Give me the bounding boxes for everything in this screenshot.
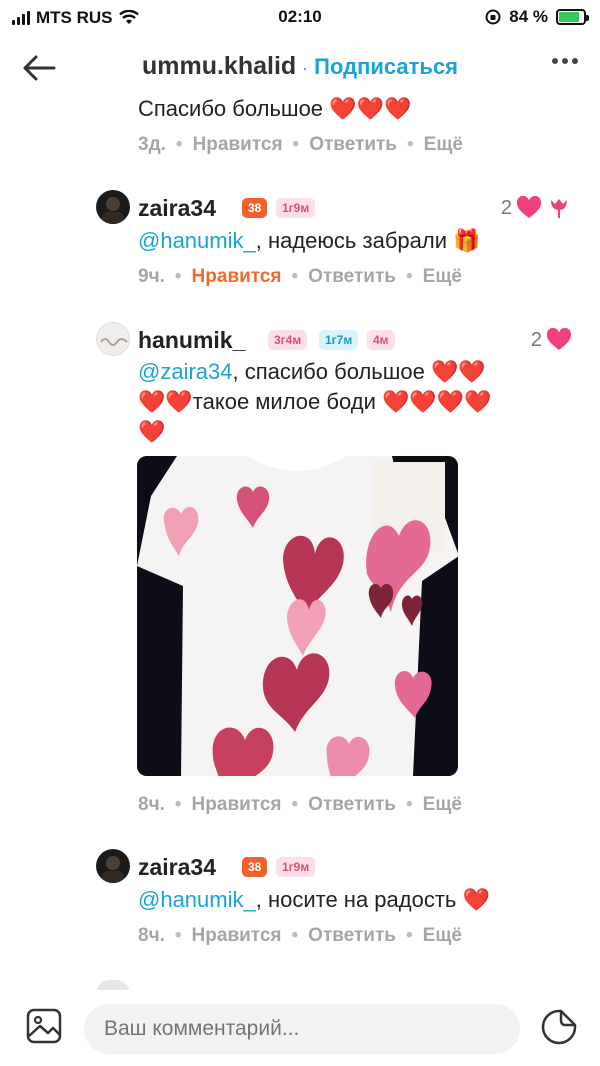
more-button[interactable]: Ещё [423, 925, 462, 947]
comment-input-bar [0, 990, 600, 1066]
age-badge: 3г4м [268, 330, 308, 350]
battery-percent: 84 % [509, 7, 548, 26]
age-badge: 1г7м [319, 330, 359, 350]
more-button[interactable]: Ещё [423, 794, 462, 816]
level-badge: 38 [242, 198, 268, 218]
avatar[interactable] [96, 849, 130, 883]
like-count: 2 [500, 196, 512, 219]
reply-button[interactable]: Ответить [308, 266, 396, 288]
comment-username[interactable]: zaira34 [138, 195, 216, 222]
header: ummu.khalid · Подписаться [0, 40, 600, 96]
more-button[interactable]: Ещё [423, 266, 462, 288]
heart-icon [546, 328, 572, 350]
comment-actions: 8ч. • Нравится • Ответить • Ещё [138, 925, 462, 947]
reply-button[interactable]: Ответить [308, 925, 396, 947]
mention-link[interactable]: @zaira34 [138, 359, 233, 384]
heart-icon [516, 196, 542, 218]
reply-button[interactable]: Ответить [309, 134, 397, 156]
status-bar: MTS RUS 02:10 84 % [0, 0, 600, 36]
comment-time: 8ч. [138, 925, 165, 946]
image-icon[interactable] [26, 1008, 62, 1044]
like-button[interactable]: Нравится [192, 266, 282, 288]
age-badge: 4м [367, 330, 395, 350]
comment-likes[interactable]: 2 [531, 328, 572, 352]
comment-actions: 3д. • Нравится • Ответить • Ещё [138, 134, 463, 156]
comment-text: @hanumik_, носите на радость ❤️ [138, 887, 490, 912]
header-separator: · [302, 58, 309, 78]
tulip-icon [551, 199, 567, 218]
age-badge: 1г9м [276, 857, 316, 877]
reply-button[interactable]: Ответить [308, 794, 396, 816]
comment-time: 8ч. [138, 794, 165, 815]
profile-username[interactable]: ummu.khalid [142, 52, 296, 80]
subscribe-button[interactable]: Подписаться [314, 54, 458, 79]
level-badge: 38 [242, 857, 268, 877]
comment-username[interactable]: hanumik_ [138, 327, 245, 354]
comment-actions: 9ч. • Нравится • Ответить • Ещё [138, 266, 462, 288]
comment-actions: 8ч. • Нравится • Ответить • Ещё [138, 794, 462, 816]
more-dots-icon[interactable] [552, 58, 578, 64]
like-count: 2 [530, 328, 542, 351]
comment-text: Спасибо большое ❤️❤️❤️ [138, 96, 412, 121]
sticker-icon[interactable] [540, 1008, 578, 1046]
orientation-lock-icon [485, 9, 501, 25]
comment-time: 3д. [138, 134, 166, 155]
like-button[interactable]: Нравится [192, 794, 282, 816]
comment-text: @zaira34, спасибо большое ❤️❤️ ❤️❤️такое… [138, 359, 492, 444]
comment-likes[interactable]: 2 [501, 196, 572, 220]
more-button[interactable]: Ещё [424, 134, 463, 156]
avatar[interactable] [96, 322, 130, 356]
age-badge: 1г9м [276, 198, 316, 218]
mention-link[interactable]: @hanumik_ [138, 228, 256, 253]
avatar[interactable] [96, 190, 130, 224]
comment-time: 9ч. [138, 266, 165, 287]
comment-text: @hanumik_, надеюсь забрали 🎁 [138, 228, 481, 253]
comment-photo[interactable] [137, 456, 458, 776]
like-button[interactable]: Нравится [193, 134, 283, 156]
like-button[interactable]: Нравится [192, 925, 282, 947]
comment-username[interactable]: zaira34 [138, 854, 216, 881]
battery-icon [556, 9, 589, 25]
mention-link[interactable]: @hanumik_ [138, 887, 256, 912]
comment-input[interactable] [84, 1004, 520, 1054]
